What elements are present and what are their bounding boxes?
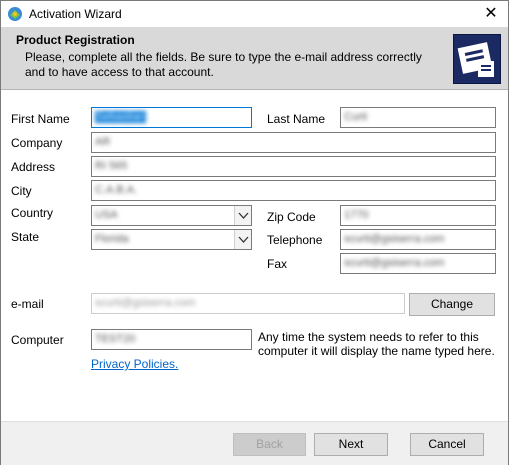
zip-code-field[interactable]: 1770 <box>340 205 496 226</box>
computer-name-field[interactable]: TEST20 <box>91 329 252 350</box>
computer-note: Any time the system needs to refer to th… <box>258 330 495 358</box>
chevron-down-icon[interactable] <box>234 206 251 225</box>
email-field: scurti@gsiserra.com <box>91 293 405 314</box>
state-label: State <box>11 230 40 244</box>
country-select[interactable]: USA <box>91 205 252 226</box>
privacy-policies-link[interactable]: Privacy Policies. <box>91 357 178 371</box>
last-name-label: Last Name <box>267 112 326 126</box>
change-email-button[interactable]: Change <box>409 293 495 316</box>
telephone-field[interactable]: scurti@gsiserra.com <box>340 229 496 250</box>
header-title: Product Registration <box>16 33 135 47</box>
city-field[interactable]: C.A.B.A. <box>91 180 496 201</box>
fax-field[interactable]: scurti@gsiserra.com <box>340 253 496 274</box>
state-select[interactable]: Florida <box>91 229 252 250</box>
last-name-field[interactable]: Curti <box>340 107 496 128</box>
city-label: City <box>11 184 32 198</box>
first-name-field[interactable]: Sebastian <box>91 107 252 128</box>
app-icon <box>7 6 23 22</box>
title-bar: Activation Wizard ✕ <box>1 1 508 27</box>
country-label: Country <box>11 206 54 220</box>
back-button[interactable]: Back <box>233 433 306 456</box>
next-button[interactable]: Next <box>314 433 388 456</box>
company-field[interactable]: AR <box>91 132 496 153</box>
address-field[interactable]: RI 565 <box>91 156 496 177</box>
wizard-header: Product Registration Please, complete al… <box>1 27 508 90</box>
activation-wizard-window: Activation Wizard ✕ Product Registration… <box>0 0 509 465</box>
telephone-label: Telephone <box>267 233 323 247</box>
zip-code-label: Zip Code <box>267 210 316 224</box>
wizard-footer: Back Next Cancel <box>1 421 508 465</box>
cancel-button[interactable]: Cancel <box>410 433 484 456</box>
window-title: Activation Wizard <box>29 7 122 21</box>
email-label: e-mail <box>11 297 44 311</box>
first-name-label: First Name <box>11 112 70 126</box>
header-description: Please, complete all the fields. Be sure… <box>25 50 422 79</box>
computer-label: Computer <box>11 333 64 347</box>
company-label: Company <box>11 136 63 150</box>
chevron-down-icon[interactable] <box>234 230 251 249</box>
fax-label: Fax <box>267 257 288 271</box>
address-label: Address <box>11 160 56 174</box>
registration-logo-icon <box>453 34 501 84</box>
close-icon[interactable]: ✕ <box>474 1 508 27</box>
